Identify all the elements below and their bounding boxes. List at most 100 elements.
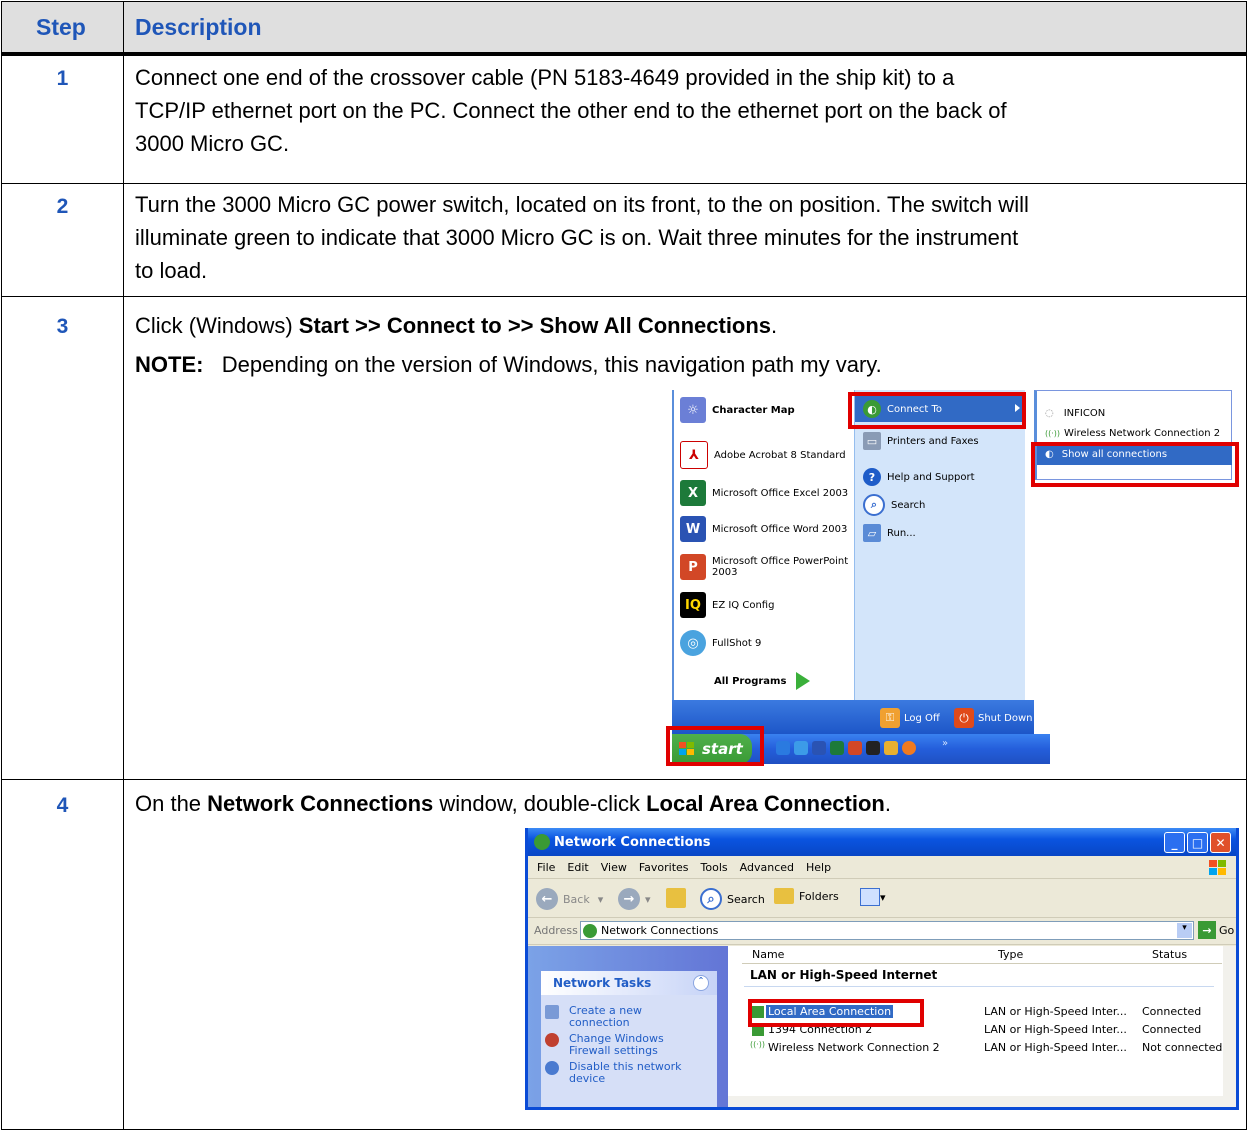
header-description: Description bbox=[135, 14, 262, 40]
menu-item-fullshot[interactable]: ◎ FullShot 9 bbox=[680, 628, 761, 658]
horizontal-scrollbar[interactable] bbox=[728, 1096, 1236, 1107]
menu-tools[interactable]: Tools bbox=[701, 861, 728, 874]
disable-icon bbox=[545, 1061, 559, 1075]
powerpoint-icon: P bbox=[680, 554, 706, 580]
highlight-connect-to bbox=[848, 392, 1026, 429]
start-menu-places: ◐ Connect To ▭ Printers and Faxes ? Help… bbox=[854, 390, 1025, 700]
text-line: to load. bbox=[135, 258, 208, 283]
back-button[interactable]: ← Back ▾ bbox=[536, 888, 603, 910]
task-pane: Network Tasks ⌃ Create a new connection C… bbox=[528, 946, 728, 1107]
text-line: illuminate green to indicate that 3000 M… bbox=[135, 225, 1019, 250]
menu-item-powerpoint[interactable]: P Microsoft Office PowerPoint 2003 bbox=[680, 552, 848, 582]
windows-logo-icon bbox=[1207, 858, 1229, 876]
taskbar-overflow[interactable]: » bbox=[942, 738, 948, 749]
menu-item-run[interactable]: ▱ Run... bbox=[863, 522, 916, 544]
row-divider bbox=[2, 779, 1246, 780]
menu-view[interactable]: View bbox=[601, 861, 627, 874]
step-description: On the Network Connections window, doubl… bbox=[135, 787, 1225, 820]
go-arrow-icon: → bbox=[1198, 921, 1216, 939]
address-label: Address bbox=[534, 924, 578, 937]
menu-item-character-map[interactable]: ☼ Character Map bbox=[680, 395, 795, 425]
address-input[interactable]: Network Connections ▾ bbox=[580, 921, 1194, 940]
text-line: On the Network Connections window, doubl… bbox=[135, 791, 891, 816]
excel-icon[interactable] bbox=[830, 741, 844, 755]
back-arrow-icon: ← bbox=[536, 888, 558, 910]
menu-item-printers[interactable]: ▭ Printers and Faxes bbox=[863, 430, 979, 452]
text-line: Connect one end of the crossover cable (… bbox=[135, 65, 955, 90]
task-create-connection[interactable]: Create a new connection bbox=[545, 1005, 642, 1029]
log-off-button[interactable]: ⚿ Log Off bbox=[880, 708, 940, 728]
printer-icon: ▭ bbox=[863, 432, 881, 450]
wireless-icon: ((·)) bbox=[1045, 428, 1061, 438]
menu-item-help[interactable]: ? Help and Support bbox=[863, 466, 975, 488]
search-icon: ⌕ bbox=[700, 888, 722, 910]
task-firewall-settings[interactable]: Change Windows Firewall settings bbox=[545, 1033, 664, 1057]
step-number: 2 bbox=[56, 195, 69, 218]
up-folder-button[interactable] bbox=[666, 888, 686, 908]
log-off-icon: ⚿ bbox=[880, 708, 900, 728]
powerpoint-icon[interactable] bbox=[848, 741, 862, 755]
network-tasks-header[interactable]: Network Tasks ⌃ bbox=[541, 971, 717, 995]
start-menu-programs: ☼ Character Map ⅄ Adobe Acrobat 8 Standa… bbox=[672, 390, 854, 700]
column-status[interactable]: Status bbox=[1152, 948, 1187, 961]
firewall-icon bbox=[545, 1033, 559, 1047]
vertical-scrollbar[interactable] bbox=[1223, 946, 1236, 1096]
menu-file[interactable]: File bbox=[537, 861, 555, 874]
minimize-button[interactable]: _ bbox=[1164, 832, 1185, 853]
ie-icon[interactable] bbox=[776, 741, 790, 755]
step-number: 3 bbox=[56, 315, 69, 338]
menu-item-excel[interactable]: X Microsoft Office Excel 2003 bbox=[680, 478, 848, 508]
highlight-show-all bbox=[1031, 442, 1239, 487]
highlight-local-area-connection bbox=[748, 999, 924, 1027]
word-icon[interactable] bbox=[812, 741, 826, 755]
note-line: NOTE: Depending on the version of Window… bbox=[135, 352, 882, 377]
title-bar: Network Connections _ □ ✕ bbox=[528, 828, 1236, 856]
submenu-item-wireless[interactable]: ((·)) Wireless Network Connection 2 bbox=[1045, 423, 1220, 443]
menu-edit[interactable]: Edit bbox=[567, 861, 588, 874]
fullshot-icon: ◎ bbox=[680, 630, 706, 656]
chevron-down-icon[interactable]: ▾ bbox=[1177, 923, 1192, 938]
menu-item-ez-iq[interactable]: IQ EZ IQ Config bbox=[680, 590, 774, 620]
network-tasks-panel: Network Tasks ⌃ Create a new connection C… bbox=[541, 971, 717, 1107]
menu-bar: File Edit View Favorites Tools Advanced … bbox=[528, 856, 1236, 879]
close-button[interactable]: ✕ bbox=[1210, 832, 1231, 853]
word-icon: W bbox=[680, 516, 706, 542]
collapse-icon[interactable]: ⌃ bbox=[693, 975, 709, 991]
go-button[interactable]: → Go bbox=[1198, 921, 1234, 939]
start-menu-screenshot: ☼ Character Map ⅄ Adobe Acrobat 8 Standa… bbox=[666, 390, 1239, 766]
all-programs-button[interactable]: All Programs bbox=[714, 666, 811, 696]
excel-icon: X bbox=[680, 480, 706, 506]
ez-iq-icon[interactable] bbox=[866, 741, 880, 755]
menu-item-acrobat[interactable]: ⅄ Adobe Acrobat 8 Standard bbox=[680, 440, 846, 470]
menu-item-search[interactable]: ⌕ Search bbox=[863, 494, 925, 516]
character-map-icon: ☼ bbox=[680, 397, 706, 423]
menu-item-word[interactable]: W Microsoft Office Word 2003 bbox=[680, 514, 847, 544]
ez-iq-icon: IQ bbox=[680, 592, 706, 618]
help-icon: ? bbox=[863, 468, 881, 486]
column-name[interactable]: Name bbox=[752, 948, 784, 961]
toolbar: ← Back ▾ → ▾ ⌕ Search Folders ▾ bbox=[528, 879, 1236, 918]
maximize-button[interactable]: □ bbox=[1187, 832, 1208, 853]
forward-button[interactable]: → ▾ bbox=[618, 888, 651, 910]
table-row[interactable]: ((·)) Wireless Network Connection 2 LAN … bbox=[728, 1040, 1228, 1056]
views-button[interactable]: ▾ bbox=[860, 888, 886, 906]
step-number: 1 bbox=[56, 67, 69, 90]
menu-advanced[interactable]: Advanced bbox=[740, 861, 794, 874]
media-icon[interactable] bbox=[902, 741, 916, 755]
arrow-right-icon bbox=[796, 672, 811, 690]
menu-help[interactable]: Help bbox=[806, 861, 831, 874]
search-button[interactable]: ⌕ Search bbox=[700, 888, 765, 910]
submenu-item-inficon[interactable]: ◌ INFICON bbox=[1045, 403, 1105, 423]
browser-icon[interactable] bbox=[794, 741, 808, 755]
task-disable-device[interactable]: Disable this network device bbox=[545, 1061, 682, 1085]
menu-favorites[interactable]: Favorites bbox=[639, 861, 689, 874]
address-bar: Address Network Connections ▾ → Go bbox=[528, 918, 1236, 945]
folder-icon[interactable] bbox=[884, 741, 898, 755]
column-type[interactable]: Type bbox=[998, 948, 1023, 961]
step-description: Click (Windows) Start >> Connect to >> S… bbox=[135, 309, 1225, 381]
shut-down-button[interactable]: ⏻ Shut Down bbox=[954, 708, 1032, 728]
folder-icon bbox=[774, 888, 794, 904]
step-description: Turn the 3000 Micro GC power switch, loc… bbox=[135, 188, 1225, 287]
step-number: 4 bbox=[56, 794, 69, 817]
folders-button[interactable]: Folders bbox=[774, 888, 839, 904]
